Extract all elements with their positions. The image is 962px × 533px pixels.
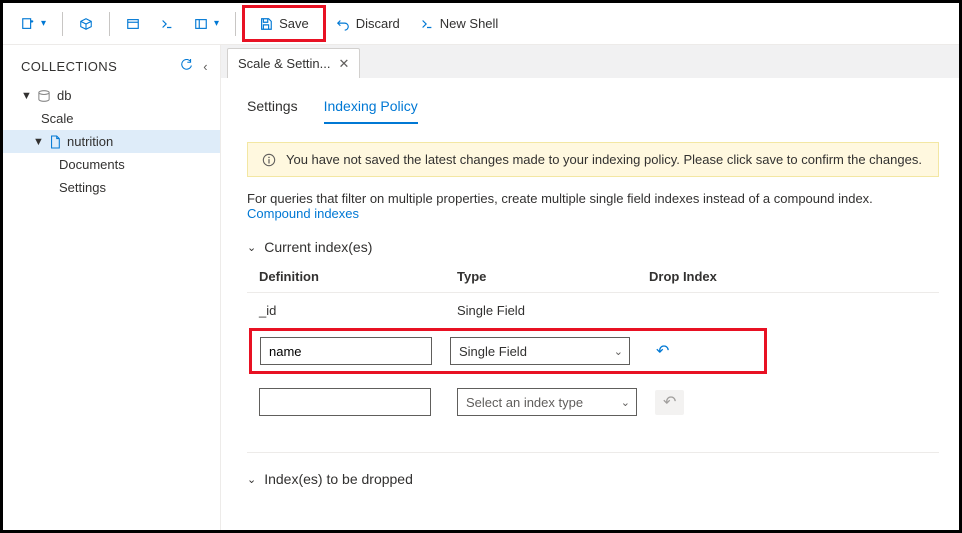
prompt-icon [160, 17, 174, 31]
chevron-down-icon: ▾ [214, 18, 219, 29]
tree-settings-label: Settings [59, 180, 106, 195]
save-label: Save [279, 16, 309, 31]
section-label: Index(es) to be dropped [264, 471, 413, 487]
section-label: Current index(es) [264, 239, 372, 255]
save-icon [259, 17, 273, 31]
type-select-placeholder: Select an index type [466, 395, 583, 410]
current-indexes-section[interactable]: ⌄ Current index(es) [247, 239, 939, 255]
folder-dropdown-button[interactable]: ▾ [184, 11, 229, 37]
content-pane: Scale & Settin... ✕ Settings Indexing Po… [221, 45, 959, 530]
subtab-indexing-policy[interactable]: Indexing Policy [324, 92, 418, 124]
type-select-value: Single Field [459, 344, 527, 359]
definition-input[interactable] [260, 337, 432, 365]
subtab-settings[interactable]: Settings [247, 92, 298, 124]
caret-down-icon: ▼ [33, 136, 43, 148]
col-definition: Definition [259, 269, 457, 284]
tree-scale-label: Scale [41, 111, 74, 126]
index-row-id: _id Single Field [247, 293, 939, 328]
col-drop: Drop Index [649, 269, 939, 284]
save-button[interactable]: Save [242, 5, 326, 42]
undo-icon [336, 17, 350, 31]
tree-documents-label: Documents [59, 157, 125, 172]
tabstrip: Scale & Settin... ✕ [221, 45, 959, 78]
tab-scale-settings[interactable]: Scale & Settin... ✕ [227, 48, 360, 78]
indexes-table: Definition Type Drop Index _id Single Fi… [247, 269, 939, 426]
refresh-icon [180, 59, 193, 72]
tree-db-label: db [57, 88, 71, 103]
panel-icon [126, 17, 140, 31]
cube-icon [79, 17, 93, 31]
notice-text: You have not saved the latest changes ma… [286, 152, 922, 167]
chevron-down-icon: ⌄ [247, 473, 256, 486]
tab-label: Scale & Settin... [238, 56, 331, 71]
new-item-button[interactable]: ▾ [11, 11, 56, 37]
divider [247, 452, 939, 453]
unsaved-notice: You have not saved the latest changes ma… [247, 142, 939, 177]
database-icon [37, 90, 51, 102]
col-type: Type [457, 269, 649, 284]
discard-label: Discard [356, 16, 400, 31]
new-icon [21, 17, 35, 31]
prompt-icon [420, 17, 434, 31]
tree-nutrition-label: nutrition [67, 134, 113, 149]
sidebar-title: COLLECTIONS [21, 59, 117, 74]
collapse-button[interactable]: ‹ [203, 59, 208, 74]
sidebar: COLLECTIONS ‹ ▼ db Scale ▼ [3, 45, 221, 530]
desc-text: For queries that filter on multiple prop… [247, 191, 873, 206]
tree: ▼ db Scale ▼ nutrition Documents Setting… [3, 84, 220, 199]
tree-nutrition[interactable]: ▼ nutrition [3, 130, 220, 153]
cell-type: Single Field [457, 303, 649, 318]
revert-button[interactable]: ↶ [648, 339, 677, 364]
dropped-indexes-section[interactable]: ⌄ Index(es) to be dropped [247, 471, 939, 487]
new-shell-label: New Shell [440, 16, 499, 31]
chevron-down-icon: ⌄ [247, 241, 256, 254]
index-row-name-highlight: Single Field ⌄ ↶ [249, 328, 767, 374]
tree-settings[interactable]: Settings [3, 176, 220, 199]
tab-close-button[interactable]: ✕ [339, 56, 350, 72]
cell-def: _id [259, 303, 457, 318]
separator [109, 12, 110, 36]
type-select[interactable]: Single Field ⌄ [450, 337, 630, 365]
caret-down-icon: ▼ [21, 90, 31, 102]
refresh-button[interactable] [180, 59, 193, 74]
separator [235, 12, 236, 36]
cube-button[interactable] [69, 11, 103, 37]
top-toolbar: ▾ ▾ Save Discard New Shell [3, 3, 959, 45]
info-icon [262, 153, 276, 167]
type-select-new[interactable]: Select an index type ⌄ [457, 388, 637, 416]
chevron-down-icon: ▾ [41, 18, 46, 29]
separator [62, 12, 63, 36]
folder-icon [194, 17, 208, 31]
compound-indexes-link[interactable]: Compound indexes [247, 206, 359, 221]
tree-db[interactable]: ▼ db [3, 84, 220, 107]
subtabs: Settings Indexing Policy [247, 92, 939, 124]
new-shell-button[interactable]: New Shell [410, 10, 509, 37]
tree-scale[interactable]: Scale [3, 107, 220, 130]
chevron-down-icon: ⌄ [621, 396, 630, 409]
tree-documents[interactable]: Documents [3, 153, 220, 176]
discard-button[interactable]: Discard [326, 10, 410, 37]
description: For queries that filter on multiple prop… [247, 191, 939, 221]
index-row-new: Select an index type ⌄ ↶ [247, 378, 939, 426]
chevron-down-icon: ⌄ [614, 345, 623, 358]
definition-input-new[interactable] [259, 388, 431, 416]
panel-button[interactable] [116, 11, 150, 37]
document-icon [49, 135, 61, 149]
shell-button[interactable] [150, 11, 184, 37]
revert-button-disabled: ↶ [655, 390, 684, 415]
